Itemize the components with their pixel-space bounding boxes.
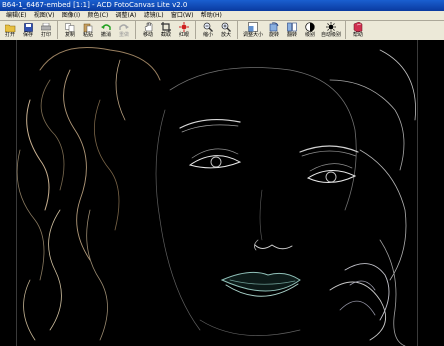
image-canvas[interactable] xyxy=(0,40,444,346)
zoom-in-icon xyxy=(221,22,232,32)
paste-button[interactable]: 粘贴 xyxy=(79,21,97,40)
menu-image[interactable]: 图像(I) xyxy=(62,11,80,20)
open-folder-icon xyxy=(4,22,16,32)
auto-levels-button[interactable]: 自动级别 xyxy=(319,21,343,40)
edge-detected-portrait-image xyxy=(16,47,416,346)
help-button[interactable]: 帮助 xyxy=(349,21,367,40)
hand-move-icon xyxy=(143,22,154,32)
save-button[interactable]: 保存 xyxy=(19,21,37,40)
redo-button[interactable]: 重做 xyxy=(115,21,133,40)
resize-button[interactable]: 调整大小 xyxy=(241,21,265,40)
toolbar: 打开 保存 打印 复制 粘贴 撤消 重做 移动 截取 红眼 缩小 放大 调整大小… xyxy=(0,21,444,41)
move-button[interactable]: 移动 xyxy=(139,21,157,40)
zoom-out-icon xyxy=(203,22,214,32)
menu-bar: 编辑(E) 视图(V) 图像(I) 颜色(C) 调整(A) 滤镜(L) 窗口(W… xyxy=(0,11,444,21)
red-eye-button[interactable]: 红眼 xyxy=(175,21,193,40)
title-bar: B64-1_6467-embed [1:1] - ACD FotoCanvas … xyxy=(0,0,444,11)
undo-button[interactable]: 撤消 xyxy=(97,21,115,40)
redo-icon xyxy=(119,22,130,32)
menu-help[interactable]: 帮助(H) xyxy=(201,11,222,20)
menu-adjust[interactable]: 调整(A) xyxy=(116,11,137,20)
paste-icon xyxy=(83,22,94,32)
menu-window[interactable]: 窗口(W) xyxy=(171,11,194,20)
open-button[interactable]: 打开 xyxy=(1,21,19,40)
print-button[interactable]: 打印 xyxy=(37,21,55,40)
red-eye-icon xyxy=(179,22,190,32)
copy-icon xyxy=(65,22,76,32)
menu-view[interactable]: 视图(V) xyxy=(34,11,55,20)
copy-button[interactable]: 复制 xyxy=(61,21,79,40)
save-icon xyxy=(23,22,34,32)
menu-filter[interactable]: 滤镜(L) xyxy=(144,11,164,20)
levels-icon xyxy=(305,22,316,32)
levels-button[interactable]: 级别 xyxy=(301,21,319,40)
resize-icon xyxy=(248,22,259,32)
window-title: B64-1_6467-embed [1:1] - ACD FotoCanvas … xyxy=(2,1,188,9)
undo-icon xyxy=(101,22,112,32)
flip-icon xyxy=(287,22,298,32)
flip-button[interactable]: 翻转 xyxy=(283,21,301,40)
rotate-button[interactable]: 旋转 xyxy=(265,21,283,40)
zoom-out-button[interactable]: 缩小 xyxy=(199,21,217,40)
print-icon xyxy=(41,22,52,32)
zoom-in-button[interactable]: 放大 xyxy=(217,21,235,40)
crop-button[interactable]: 截取 xyxy=(157,21,175,40)
crop-icon xyxy=(161,22,172,32)
menu-edit[interactable]: 编辑(E) xyxy=(6,11,26,20)
auto-levels-icon xyxy=(326,22,337,32)
menu-color[interactable]: 颜色(C) xyxy=(87,11,108,20)
help-book-icon xyxy=(353,22,364,32)
rotate-icon xyxy=(269,22,280,32)
